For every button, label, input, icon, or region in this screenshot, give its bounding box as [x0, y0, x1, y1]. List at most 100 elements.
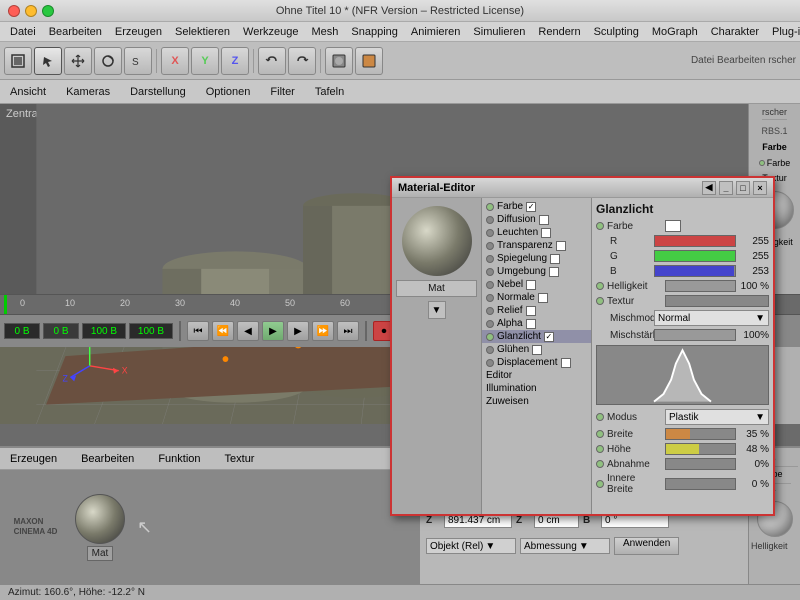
- toolbar-render-preview[interactable]: [325, 47, 353, 75]
- channel-illumination[interactable]: Illumination: [482, 382, 591, 395]
- channel-cb-relief[interactable]: [526, 306, 536, 316]
- channel-transparenz[interactable]: Transparenz: [482, 239, 591, 252]
- menu-charakter[interactable]: Charakter: [705, 24, 765, 40]
- me-mat-scroll[interactable]: ▼: [428, 301, 446, 319]
- prop-hohe-radio[interactable]: [596, 445, 604, 453]
- tl-current-frame[interactable]: 0 B: [4, 323, 40, 339]
- me-nav-left[interactable]: ◀: [702, 181, 716, 195]
- me-maximize[interactable]: □: [736, 181, 750, 195]
- prop-g-slider[interactable]: [654, 250, 736, 262]
- prop-innere-slider[interactable]: [665, 478, 736, 490]
- tl-btn-start[interactable]: ⏮: [187, 321, 209, 341]
- tl-start-frame[interactable]: 0 B: [43, 323, 79, 339]
- prop-hell-slider[interactable]: [665, 280, 736, 292]
- channel-alpha[interactable]: Alpha: [482, 317, 591, 330]
- menu-mesh[interactable]: Mesh: [305, 24, 344, 40]
- channel-normale[interactable]: Normale: [482, 291, 591, 304]
- prop-textur-radio[interactable]: [596, 297, 604, 305]
- tl-end-frame[interactable]: 100 B: [82, 323, 126, 339]
- channel-displacement[interactable]: Displacement: [482, 356, 591, 369]
- close-button[interactable]: [8, 5, 20, 17]
- channel-cb-farbe[interactable]: ✓: [526, 202, 536, 212]
- cameras-menu[interactable]: Kameras: [62, 84, 114, 100]
- prop-mischstarke-slider[interactable]: [654, 329, 736, 341]
- menu-sculpting[interactable]: Sculpting: [588, 24, 645, 40]
- options-menu[interactable]: Optionen: [202, 84, 255, 100]
- prop-b-slider[interactable]: [654, 265, 736, 277]
- tl-btn-play[interactable]: ▶: [262, 321, 284, 341]
- toolbar-btn-move[interactable]: [64, 47, 92, 75]
- channel-farbe[interactable]: Farbe ✓: [482, 200, 591, 213]
- minimize-button[interactable]: [25, 5, 37, 17]
- prop-abnahme-slider[interactable]: [665, 458, 736, 470]
- menu-snapping[interactable]: Snapping: [345, 24, 404, 40]
- me-close[interactable]: ×: [753, 181, 767, 195]
- maximize-button[interactable]: [42, 5, 54, 17]
- menu-erzeugen[interactable]: Erzeugen: [109, 24, 168, 40]
- channel-umgebung[interactable]: Umgebung: [482, 265, 591, 278]
- prop-abnahme-radio[interactable]: [596, 460, 604, 468]
- channel-cb-transparenz[interactable]: [556, 241, 566, 251]
- menu-animieren[interactable]: Animieren: [405, 24, 467, 40]
- prop-modus-dropdown[interactable]: Plastik ▼: [665, 409, 769, 425]
- tab-erzeugen[interactable]: Erzeugen: [6, 451, 61, 467]
- channel-cb-leuchten[interactable]: [541, 228, 551, 238]
- channel-cb-diffusion[interactable]: [539, 215, 549, 225]
- channel-leuchten[interactable]: Leuchten: [482, 226, 591, 239]
- display-menu[interactable]: Darstellung: [126, 84, 190, 100]
- menu-plugins[interactable]: Plug-ins: [766, 24, 800, 40]
- tl-btn-nextframe[interactable]: ▶: [287, 321, 309, 341]
- toolbar-btn-scale[interactable]: S: [124, 47, 152, 75]
- toolbar-btn-rotate[interactable]: [94, 47, 122, 75]
- toolbar-btn-undo[interactable]: [258, 47, 286, 75]
- toolbar-btn-redo[interactable]: [288, 47, 316, 75]
- toolbar-btn-z[interactable]: Z: [221, 47, 249, 75]
- channel-cb-normale[interactable]: [538, 293, 548, 303]
- channel-editor[interactable]: Editor: [482, 369, 591, 382]
- prop-farbe-color[interactable]: [665, 220, 681, 232]
- menu-mograph[interactable]: MoGraph: [646, 24, 704, 40]
- apply-button[interactable]: Anwenden: [614, 537, 679, 555]
- channel-cb-spiegelung[interactable]: [550, 254, 560, 264]
- me-minimize[interactable]: _: [719, 181, 733, 195]
- channel-cb-umgebung[interactable]: [549, 267, 559, 277]
- toolbar-btn-x[interactable]: X: [161, 47, 189, 75]
- mat-preview-container[interactable]: Mat: [75, 494, 125, 561]
- tab-bearbeiten[interactable]: Bearbeiten: [77, 451, 138, 467]
- prop-farbe-radio[interactable]: [596, 222, 604, 230]
- tafeln-menu[interactable]: Tafeln: [311, 84, 348, 100]
- view-menu[interactable]: Ansicht: [6, 84, 50, 100]
- filter-menu[interactable]: Filter: [266, 84, 298, 100]
- prop-breite-slider[interactable]: [665, 428, 736, 440]
- prop-breite-radio[interactable]: [596, 430, 604, 438]
- channel-cb-gluhen[interactable]: [532, 345, 542, 355]
- tab-funktion[interactable]: Funktion: [154, 451, 204, 467]
- prop-r-slider[interactable]: [654, 235, 736, 247]
- menu-werkzeuge[interactable]: Werkzeuge: [237, 24, 304, 40]
- playhead[interactable]: [4, 295, 7, 314]
- channel-gluhen[interactable]: Glühen: [482, 343, 591, 356]
- menu-rendern[interactable]: Rendern: [532, 24, 586, 40]
- toolbar-render-final[interactable]: [355, 47, 383, 75]
- prop-textur-slider[interactable]: [665, 295, 769, 307]
- prop-hell-radio[interactable]: [596, 282, 604, 290]
- toolbar-btn-y[interactable]: Y: [191, 47, 219, 75]
- channel-cb-glanzlicht[interactable]: ✓: [544, 332, 554, 342]
- tl-btn-end[interactable]: ⏭: [337, 321, 359, 341]
- tl-total-frame[interactable]: 100 B: [129, 323, 173, 339]
- channel-glanzlicht[interactable]: Glanzlicht ✓: [482, 330, 591, 343]
- channel-cb-nebel[interactable]: [526, 280, 536, 290]
- toolbar-btn-select[interactable]: [34, 47, 62, 75]
- menu-simulieren[interactable]: Simulieren: [467, 24, 531, 40]
- coord-system-dropdown[interactable]: Objekt (Rel) ▼: [426, 538, 516, 554]
- channel-nebel[interactable]: Nebel: [482, 278, 591, 291]
- channel-spiegelung[interactable]: Spiegelung: [482, 252, 591, 265]
- tab-textur[interactable]: Textur: [221, 451, 259, 467]
- channel-zuweisen[interactable]: Zuweisen: [482, 395, 591, 408]
- tl-btn-prevframe[interactable]: ◀: [237, 321, 259, 341]
- prop-hohe-slider[interactable]: [665, 443, 736, 455]
- measure-dropdown[interactable]: Abmessung ▼: [520, 538, 610, 554]
- tl-btn-prev[interactable]: ⏪: [212, 321, 234, 341]
- menu-datei[interactable]: Datei: [4, 24, 42, 40]
- channel-relief[interactable]: Relief: [482, 304, 591, 317]
